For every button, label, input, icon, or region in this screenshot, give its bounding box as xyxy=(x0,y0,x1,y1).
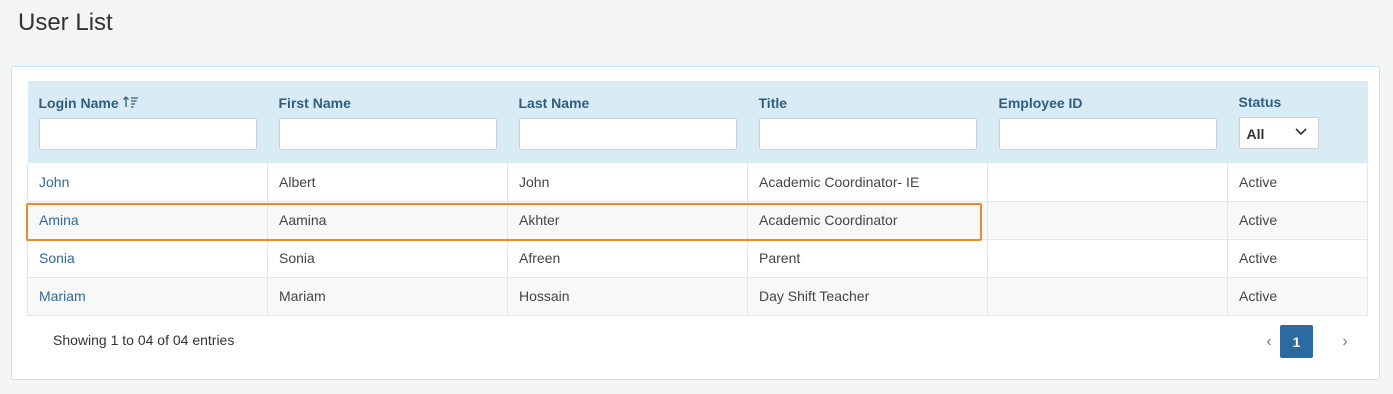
chevron-down-icon xyxy=(1294,128,1307,136)
login-name-filter-input[interactable] xyxy=(38,118,257,150)
employee-id-cell xyxy=(987,277,1228,316)
title-filter-input[interactable] xyxy=(758,118,977,150)
table-row[interactable]: John Albert John Academic Coordinator- I… xyxy=(27,163,1368,202)
first-name-cell: Sonia xyxy=(267,239,508,278)
user-table: Login Name First Name Last Name Title Em… xyxy=(27,81,1368,316)
table-header-row: Login Name First Name Last Name Title Em… xyxy=(27,81,1368,163)
title-cell: Day Shift Teacher xyxy=(747,277,988,316)
status-cell: Active xyxy=(1227,201,1368,240)
column-login-name[interactable]: Login Name xyxy=(27,81,268,163)
entries-info: Showing 1 to 04 of 04 entries xyxy=(53,332,235,348)
column-label: Title xyxy=(758,95,788,111)
table-row[interactable]: Sonia Sonia Afreen Parent Active xyxy=(27,239,1368,278)
first-name-filter-input[interactable] xyxy=(278,118,497,150)
status-cell: Active xyxy=(1227,277,1368,316)
page-title: User List xyxy=(18,9,113,36)
employee-id-cell xyxy=(987,201,1228,240)
column-title[interactable]: Title xyxy=(747,81,988,163)
first-name-cell: Albert xyxy=(267,163,508,202)
column-first-name[interactable]: First Name xyxy=(267,81,508,163)
user-table-card: Login Name First Name Last Name Title Em… xyxy=(11,66,1380,380)
login-name-link[interactable]: Amina xyxy=(27,201,268,240)
column-label: Employee ID xyxy=(998,95,1083,111)
last-name-cell: Afreen xyxy=(507,239,748,278)
title-cell: Parent xyxy=(747,239,988,278)
employee-id-cell xyxy=(987,239,1228,278)
column-last-name[interactable]: Last Name xyxy=(507,81,748,163)
title-cell: Academic Coordinator xyxy=(747,201,988,240)
status-cell: Active xyxy=(1227,239,1368,278)
login-name-link[interactable]: Mariam xyxy=(27,277,268,316)
employee-id-cell xyxy=(987,163,1228,202)
status-cell: Active xyxy=(1227,163,1368,202)
status-filter-select[interactable]: All xyxy=(1238,117,1319,149)
sort-ascending-icon[interactable] xyxy=(122,96,139,111)
last-name-cell: Akhter xyxy=(507,201,748,240)
status-filter-value: All xyxy=(1246,126,1265,142)
column-status[interactable]: Status All xyxy=(1227,81,1368,163)
last-name-cell: John xyxy=(507,163,748,202)
last-name-cell: Hossain xyxy=(507,277,748,316)
column-employee-id[interactable]: Employee ID xyxy=(987,81,1228,163)
table-row[interactable]: Mariam Mariam Hossain Day Shift Teacher … xyxy=(27,277,1368,316)
title-cell: Academic Coordinator- IE xyxy=(747,163,988,202)
page-1-button[interactable]: 1 xyxy=(1280,325,1313,358)
column-label: First Name xyxy=(278,95,351,111)
first-name-cell: Aamina xyxy=(267,201,508,240)
employee-id-filter-input[interactable] xyxy=(998,118,1217,150)
login-name-link[interactable]: Sonia xyxy=(27,239,268,278)
table-row[interactable]: Amina Aamina Akhter Academic Coordinator… xyxy=(27,201,1368,240)
first-name-cell: Mariam xyxy=(267,277,508,316)
column-label: Login Name xyxy=(38,95,119,111)
last-name-filter-input[interactable] xyxy=(518,118,737,150)
column-label: Last Name xyxy=(518,95,590,111)
column-label: Status xyxy=(1238,94,1282,110)
next-page-button[interactable]: › xyxy=(1330,325,1360,359)
login-name-link[interactable]: John xyxy=(27,163,268,202)
